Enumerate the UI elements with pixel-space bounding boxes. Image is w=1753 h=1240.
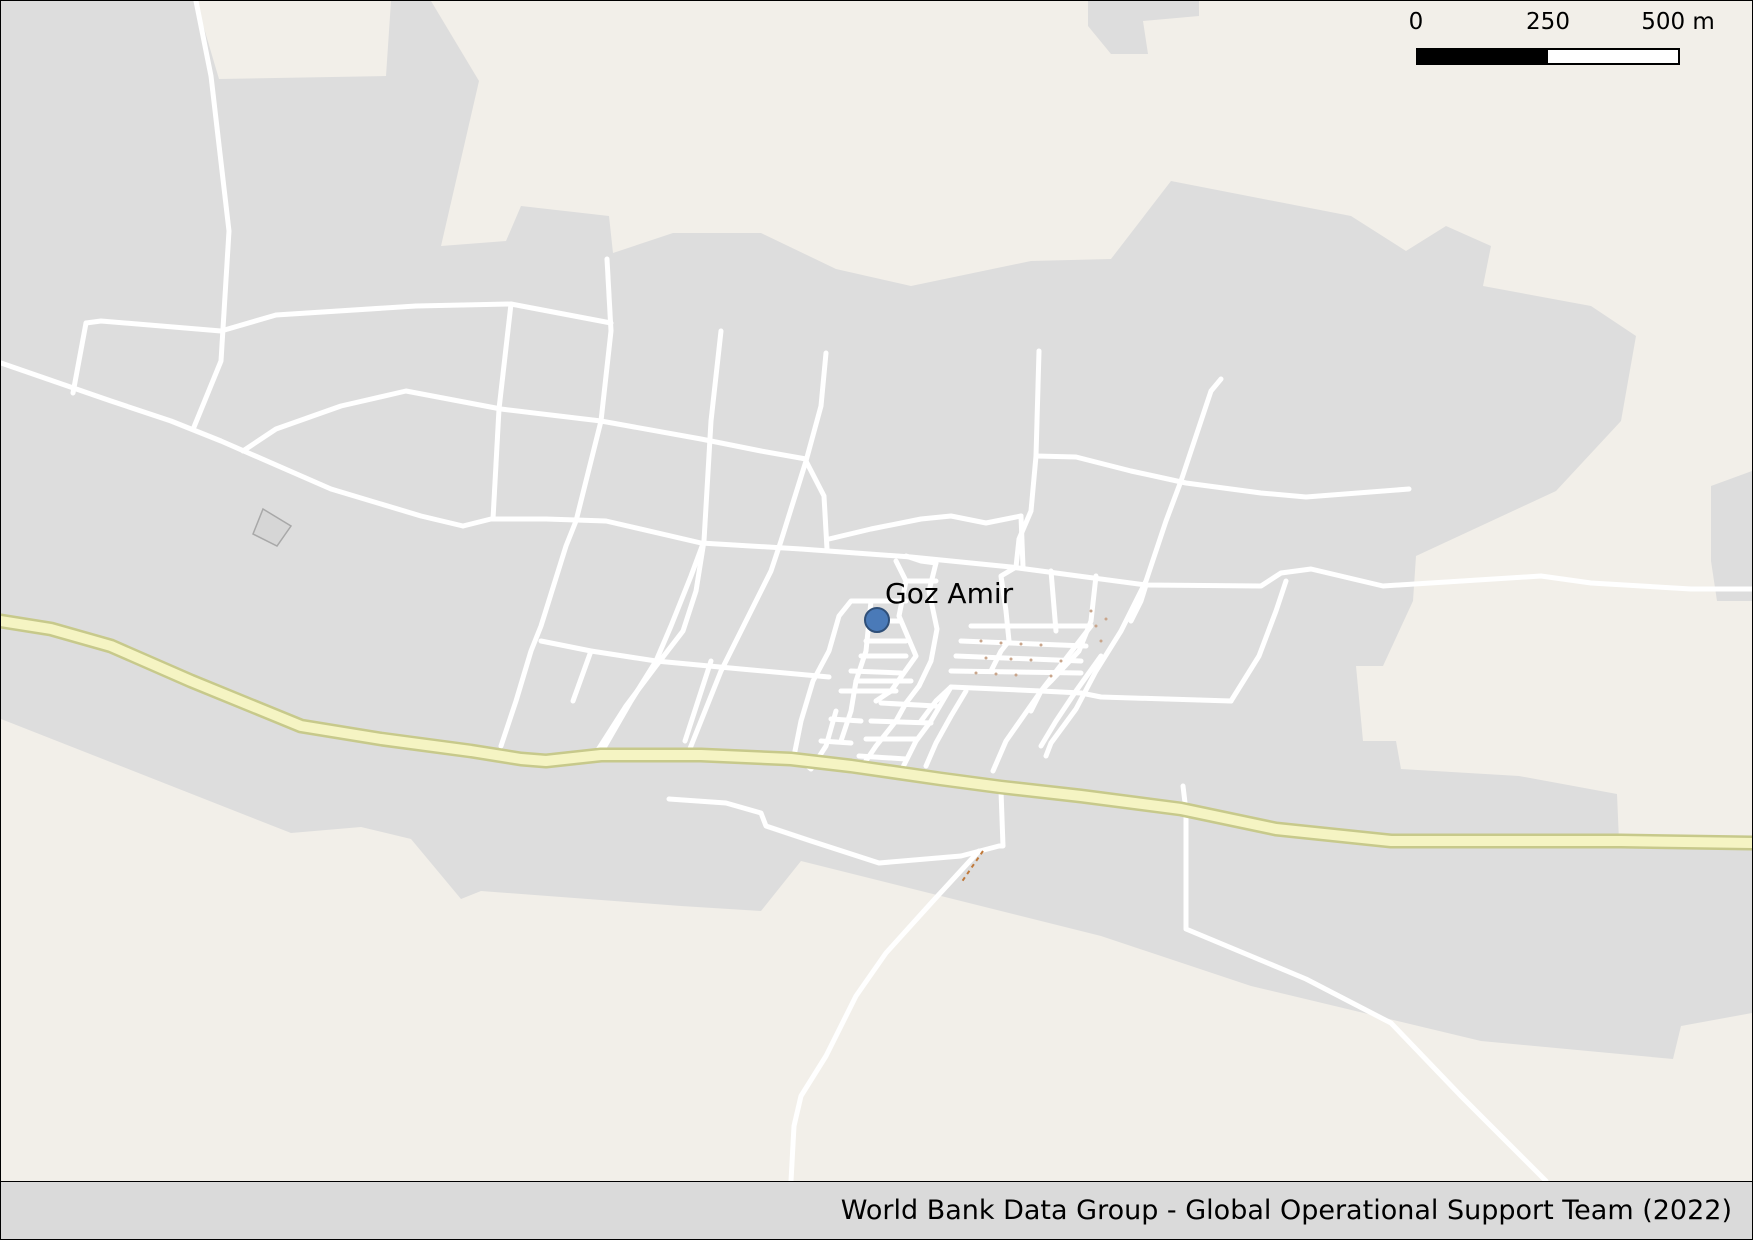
- map-canvas[interactable]: [1, 1, 1752, 1181]
- credit-footer: World Bank Data Group - Global Operation…: [1, 1181, 1752, 1239]
- scale-bar-filled-segment: [1418, 50, 1548, 63]
- map-frame: Goz Amir 0 250 500 m World Bank Data Gro…: [0, 0, 1753, 1240]
- place-label: Goz Amir: [885, 577, 1014, 610]
- landuse-east: [1711, 471, 1752, 601]
- scale-label-mid: 250: [1526, 9, 1570, 35]
- scale-bar-graphic: [1416, 48, 1680, 65]
- credit-text: World Bank Data Group - Global Operation…: [840, 1195, 1732, 1226]
- scale-label-start: 0: [1408, 9, 1424, 35]
- scale-label-end: 500 m: [1641, 9, 1715, 35]
- landuse-northeast: [1088, 1, 1199, 54]
- scale-bar: 0 250 500 m: [1391, 7, 1715, 73]
- place-marker[interactable]: [864, 607, 890, 633]
